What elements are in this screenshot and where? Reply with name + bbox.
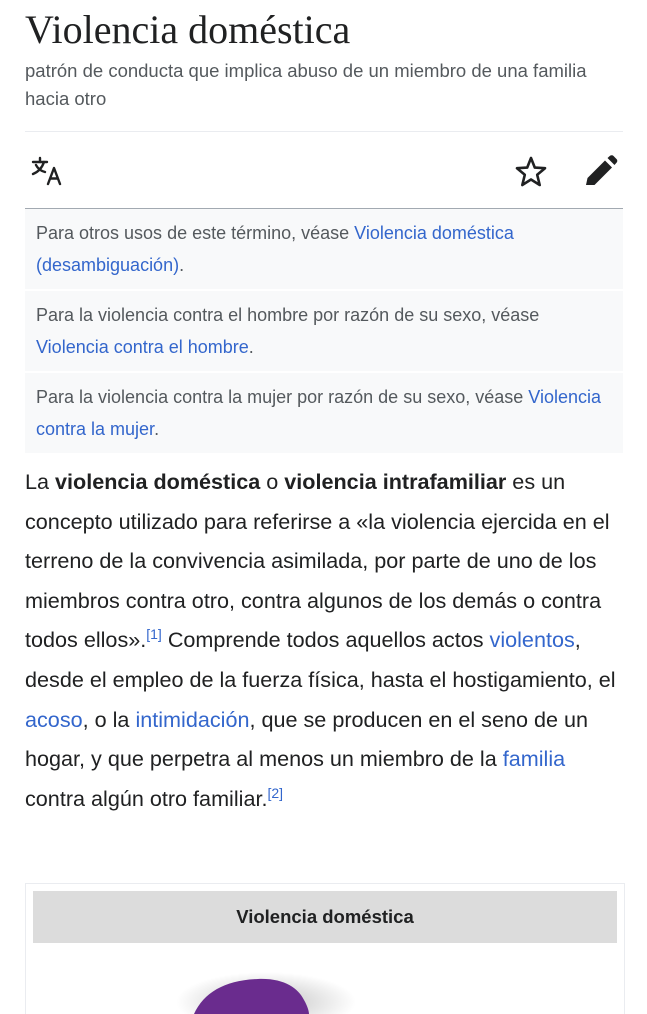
title-divider: [25, 131, 623, 132]
pencil-edit-icon: [586, 155, 618, 185]
reference-2[interactable]: [2]: [267, 785, 283, 801]
hatnote-list: Para otros usos de este término, véase V…: [25, 209, 623, 455]
page-description: patrón de conducta que implica abuso de …: [25, 60, 587, 109]
infobox: Violencia doméstica: [25, 883, 625, 1014]
hatnote-end: .: [154, 419, 160, 439]
hatnote-women: Para la violencia contra la mujer por ra…: [25, 373, 623, 455]
infobox-title: Violencia doméstica: [33, 891, 617, 943]
intro-text: , o la: [82, 706, 136, 732]
bold-term-violencia-intrafamiliar: violencia intrafamiliar: [284, 469, 507, 494]
page-title: Violencia doméstica: [25, 7, 351, 52]
intro-text: Comprende todos aquellos actos: [161, 627, 490, 653]
reference-1[interactable]: [1]: [146, 626, 162, 642]
intro-text: es un concepto utilizado para referirse …: [25, 469, 610, 653]
hatnote-men: Para la violencia contra el hombre por r…: [25, 291, 623, 373]
hatnote-end: .: [248, 337, 254, 357]
link-familia[interactable]: familia: [503, 746, 565, 771]
infobox-image[interactable]: [26, 944, 622, 1014]
link-intimidacion[interactable]: intimidación: [135, 707, 249, 732]
language-button[interactable]: [30, 154, 66, 190]
intro-text: contra algún otro familiar.: [25, 785, 268, 811]
hatnote-text: Para otros usos de este término, véase: [36, 223, 355, 243]
link-acoso[interactable]: acoso: [25, 707, 83, 732]
star-outline-icon: [515, 156, 547, 187]
hatnote-disambiguation: Para otros usos de este término, véase V…: [25, 209, 623, 291]
hatnote-text: Para la violencia contra la mujer por ra…: [36, 387, 529, 407]
edit-button[interactable]: [581, 154, 619, 190]
link-violentos[interactable]: violentos: [490, 627, 575, 652]
bold-term-violencia-domestica: violencia doméstica: [55, 469, 261, 494]
watch-star-button[interactable]: [513, 154, 549, 190]
translate-icon: [31, 156, 62, 186]
hatnote-end: .: [179, 255, 185, 275]
intro-text: La: [25, 469, 56, 494]
hatnote-text: Para la violencia contra el hombre por r…: [36, 305, 540, 325]
intro-text: o: [260, 469, 285, 494]
intro-paragraph: La violencia doméstica o violencia intra…: [25, 462, 625, 818]
hatnote-link-men[interactable]: Violencia contra el hombre: [36, 337, 249, 357]
